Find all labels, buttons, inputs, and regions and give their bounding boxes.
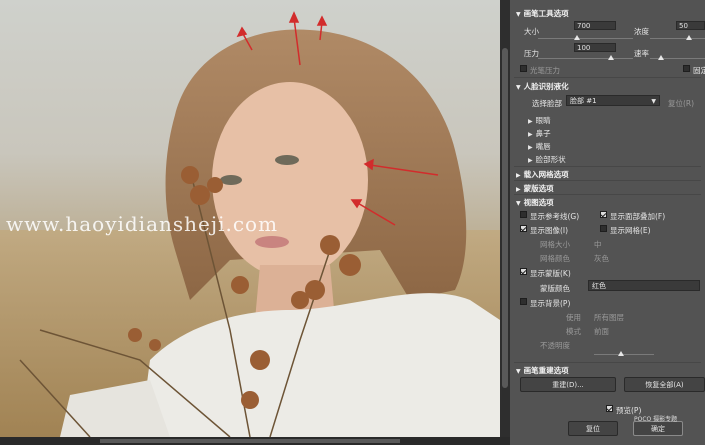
section-title: 载入网格选项 xyxy=(523,170,569,179)
select-face-label: 选择脸部 xyxy=(532,99,562,108)
divider xyxy=(514,194,701,195)
expand-right-icon: ▶ xyxy=(528,157,533,164)
brush-rebuild-section-header[interactable]: ▼ 画笔重建选项 xyxy=(516,365,569,376)
section-title: 画笔重建选项 xyxy=(523,366,569,375)
poco-logo: POCO 摄影专题 xyxy=(634,416,678,423)
ok-button[interactable]: 确定 xyxy=(633,421,683,436)
section-title: 人脸识别液化 xyxy=(523,82,569,91)
size-slider[interactable] xyxy=(538,38,633,39)
pressure-slider[interactable] xyxy=(538,58,633,59)
mask-color-label: 蒙版颜色 xyxy=(540,284,570,293)
select-face-dropdown[interactable]: 脸部 #1 ▼ xyxy=(566,95,660,106)
section-title: 视图选项 xyxy=(523,198,554,207)
group-label: 嘴唇 xyxy=(535,142,551,151)
mesh-color-value: 灰色 xyxy=(594,254,609,263)
pressure-label: 压力 xyxy=(524,49,539,58)
preview-checkbox[interactable] xyxy=(606,405,613,412)
horizontal-scrollbar[interactable] xyxy=(0,437,510,445)
expand-right-icon: ▶ xyxy=(516,186,521,193)
show-mask-label: 显示蒙版(K) xyxy=(530,269,571,278)
liquify-options-panel: ▼ 画笔工具选项 大小 700 浓度 50 压力 100 速率 光笔压力 固定 ▼… xyxy=(510,0,705,445)
reset-faces-button[interactable]: 复位(R) xyxy=(668,98,694,109)
slider-handle[interactable] xyxy=(574,35,580,40)
show-mesh-checkbox[interactable] xyxy=(600,225,607,232)
mesh-size-label: 网格大小 xyxy=(540,240,570,249)
mouth-group[interactable]: ▶ 嘴唇 xyxy=(528,141,551,152)
scrollbar-thumb[interactable] xyxy=(502,48,508,388)
pin-edges-label: 固定 xyxy=(693,66,705,75)
divider xyxy=(514,77,701,78)
show-backdrop-label: 显示背景(P) xyxy=(530,299,571,308)
mode-value: 前面 xyxy=(594,327,609,336)
slider-handle[interactable] xyxy=(608,55,614,60)
show-mesh-label: 显示网格(E) xyxy=(610,226,651,235)
dropdown-value: 红色 xyxy=(592,282,606,290)
scrollbar-thumb[interactable] xyxy=(100,439,400,443)
use-label: 使用 xyxy=(566,313,581,322)
dropdown-value: 脸部 #1 xyxy=(570,97,597,105)
watermark-text: www.haoyidiansheji.com xyxy=(6,212,279,236)
restore-all-button[interactable]: 恢复全部(A) xyxy=(624,377,705,392)
face-shape-group[interactable]: ▶ 脸部形状 xyxy=(528,154,566,165)
slider-handle[interactable] xyxy=(686,35,692,40)
use-value: 所有图层 xyxy=(594,313,624,322)
show-guides-label: 显示参考线(G) xyxy=(530,212,580,221)
divider xyxy=(514,362,701,363)
opacity-slider[interactable] xyxy=(594,354,654,355)
vertical-scrollbar[interactable] xyxy=(500,0,510,437)
pressure-field[interactable]: 100 xyxy=(574,43,616,52)
load-mesh-section-header[interactable]: ▶ 载入网格选项 xyxy=(516,169,569,180)
slider-handle[interactable] xyxy=(658,55,664,60)
expand-right-icon: ▶ xyxy=(516,172,521,179)
brush-tool-section-header[interactable]: ▼ 画笔工具选项 xyxy=(516,8,569,19)
expand-right-icon: ▶ xyxy=(528,118,533,125)
face-aware-section-header[interactable]: ▼ 人脸识别液化 xyxy=(516,81,569,92)
section-title: 蒙版选项 xyxy=(523,184,554,193)
opacity-label: 不透明度 xyxy=(540,341,570,350)
density-slider[interactable] xyxy=(650,38,705,39)
show-image-label: 显示图像(I) xyxy=(530,226,569,235)
slider-handle[interactable] xyxy=(618,351,624,356)
collapse-down-icon: ▼ xyxy=(516,368,521,375)
section-title: 画笔工具选项 xyxy=(523,9,569,18)
group-label: 鼻子 xyxy=(535,129,551,138)
pin-edges-checkbox[interactable] xyxy=(683,65,690,72)
mask-color-dropdown[interactable]: 红色 xyxy=(588,280,700,291)
collapse-down-icon: ▼ xyxy=(516,84,521,91)
expand-right-icon: ▶ xyxy=(528,144,533,151)
rebuild-button[interactable]: 重建(D)... xyxy=(520,377,616,392)
group-label: 脸部形状 xyxy=(535,155,566,164)
divider xyxy=(514,166,701,167)
mesh-color-label: 网格颜色 xyxy=(540,254,570,263)
group-label: 眼睛 xyxy=(535,116,551,125)
size-field[interactable]: 700 xyxy=(574,21,616,30)
nose-group[interactable]: ▶ 鼻子 xyxy=(528,128,551,139)
collapse-down-icon: ▼ xyxy=(516,11,521,18)
view-options-section-header[interactable]: ▼ 视图选项 xyxy=(516,197,554,208)
show-image-checkbox[interactable] xyxy=(520,225,527,232)
density-field[interactable]: 50 xyxy=(676,21,705,30)
mesh-size-value: 中 xyxy=(594,240,602,249)
divider xyxy=(514,180,701,181)
size-label: 大小 xyxy=(524,27,539,36)
show-face-overlay-label: 显示面部叠加(F) xyxy=(610,212,666,221)
chevron-down-icon: ▼ xyxy=(651,98,656,105)
stylus-pressure-label: 光笔压力 xyxy=(530,66,560,75)
show-guides-checkbox[interactable] xyxy=(520,211,527,218)
density-label: 浓度 xyxy=(634,27,649,36)
rate-label: 速率 xyxy=(634,49,649,58)
collapse-down-icon: ▼ xyxy=(516,200,521,207)
show-mask-checkbox[interactable] xyxy=(520,268,527,275)
mode-label: 模式 xyxy=(566,327,581,336)
image-canvas[interactable]: www.haoyidiansheji.com xyxy=(0,0,500,437)
show-backdrop-checkbox[interactable] xyxy=(520,298,527,305)
stylus-pressure-checkbox[interactable] xyxy=(520,65,527,72)
reset-button[interactable]: 复位 xyxy=(568,421,618,436)
eyes-group[interactable]: ▶ 眼睛 xyxy=(528,115,551,126)
mask-section-header[interactable]: ▶ 蒙版选项 xyxy=(516,183,554,194)
show-face-overlay-checkbox[interactable] xyxy=(600,211,607,218)
expand-right-icon: ▶ xyxy=(528,131,533,138)
